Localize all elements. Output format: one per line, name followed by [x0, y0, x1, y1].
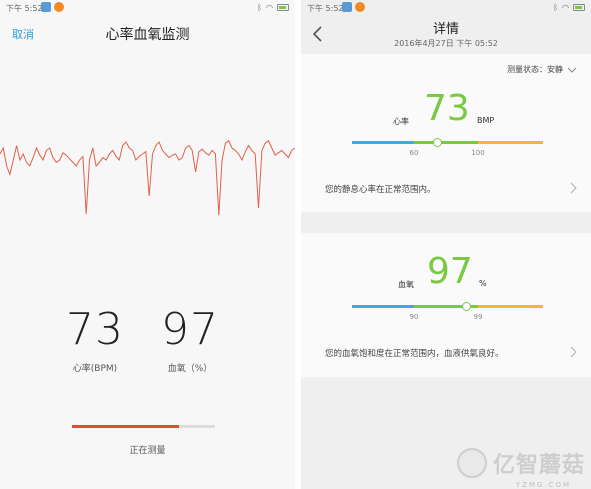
measurement-state-label: 测量状态：安静 [507, 65, 563, 74]
heart-rate-unit: BMP [477, 116, 495, 125]
header: 取消 心率血氧监测 [0, 16, 295, 52]
heart-rate-value: 73 [424, 88, 470, 129]
measuring-screen: 下午 5:52 ᛒ ◠ 取消 心率血氧监测 73 心率(BPM) 97 血氧（%… [0, 0, 295, 489]
wifi-icon: ◠ [266, 3, 273, 12]
heart-rate-card: 测量状态：安静 心率 73 BMP 60 100 您的静息心率在正常范围内。 [301, 54, 591, 212]
spo2-card: 血氧 97 % 90 99 您的血氧饱和度在正常范围内，血液供氧良好。 [301, 233, 591, 377]
battery-icon [277, 4, 289, 11]
gauge-tick-low: 60 [409, 149, 419, 157]
spo2-gauge: 90 99 [352, 302, 543, 321]
measuring-status: 正在测量 [129, 446, 166, 456]
detail-screen: 下午 5:52 ᛒ ◠ 详情 2016年4月27日 下午 05:52 测量状态：… [301, 0, 591, 489]
gauge-normal-segment [414, 141, 478, 144]
notification-icon [342, 2, 352, 12]
gauge-tick-low: 90 [409, 313, 419, 321]
status-bar: 下午 5:52 ᛒ ◠ [301, 0, 591, 16]
status-time: 下午 5:52 [307, 4, 344, 13]
bluetooth-icon: ᛒ [257, 3, 263, 12]
status-bar: 下午 5:52 ᛒ ◠ [0, 0, 295, 16]
spo2-value: 97 [161, 304, 219, 355]
mushroom-logo-icon [456, 448, 487, 478]
gauge-high-segment [478, 305, 543, 308]
heart-rate-description: 您的静息心率在正常范围内。 [325, 185, 436, 195]
heart-rate-label: 心率 [393, 117, 409, 126]
header: 详情 2016年4月27日 下午 05:52 [301, 16, 591, 54]
status-time: 下午 5:52 [6, 4, 43, 13]
measure-progress-fill [72, 425, 180, 428]
measure-progress-bar [72, 425, 215, 428]
spo2-label: 血氧（%） [167, 364, 213, 374]
spo2-description: 您的血氧饱和度在正常范围内，血液供氧良好。 [325, 349, 504, 359]
system-icons: ᛒ ◠ [257, 3, 289, 12]
chevron-down-icon [567, 67, 577, 73]
ecg-waveform [0, 140, 295, 216]
spo2-value: 97 [427, 251, 473, 292]
battery-icon [573, 4, 585, 11]
heart-rate-gauge-marker [433, 138, 443, 147]
chevron-right-icon [570, 346, 577, 358]
heart-rate-description-row[interactable]: 您的静息心率在正常范围内。 [325, 182, 581, 195]
gauge-low-segment [352, 141, 414, 144]
spo2-gauge-marker [462, 302, 472, 311]
heart-rate-gauge: 60 100 [352, 138, 543, 157]
chevron-right-icon [570, 182, 577, 194]
gauge-tick-high: 100 [471, 149, 485, 157]
wifi-icon: ◠ [562, 3, 569, 12]
spo2-description-row[interactable]: 您的血氧饱和度在正常范围内，血液供氧良好。 [325, 346, 581, 359]
spo2-unit: % [479, 279, 487, 288]
app-notification-icon [355, 2, 365, 12]
heart-rate-value: 73 [66, 304, 124, 355]
system-icons: ᛒ ◠ [553, 3, 585, 12]
measurement-state-dropdown[interactable]: 测量状态：安静 [507, 64, 577, 75]
measurement-date: 2016年4月27日 下午 05:52 [394, 39, 498, 48]
page-title: 心率血氧监测 [105, 27, 190, 43]
bluetooth-icon: ᛒ [553, 3, 559, 12]
notification-icon [41, 2, 51, 12]
spo2-metric: 97 血氧（%） [145, 304, 235, 375]
ecg-line [0, 140, 295, 216]
heart-rate-label: 心率(BPM) [72, 364, 118, 374]
gauge-low-segment [352, 305, 414, 308]
gauge-high-segment [478, 141, 543, 144]
watermark-subtext: YZMG.COM [515, 481, 571, 489]
gauge-tick-high: 99 [473, 313, 483, 321]
watermark-text: 亿智蘑菇 [492, 453, 585, 478]
heart-rate-metric: 73 心率(BPM) [50, 304, 140, 375]
site-watermark: 亿智蘑菇 [456, 447, 585, 479]
page-title: 详情 [432, 22, 459, 37]
app-notification-icon [54, 2, 64, 12]
spo2-label: 血氧 [398, 280, 414, 289]
